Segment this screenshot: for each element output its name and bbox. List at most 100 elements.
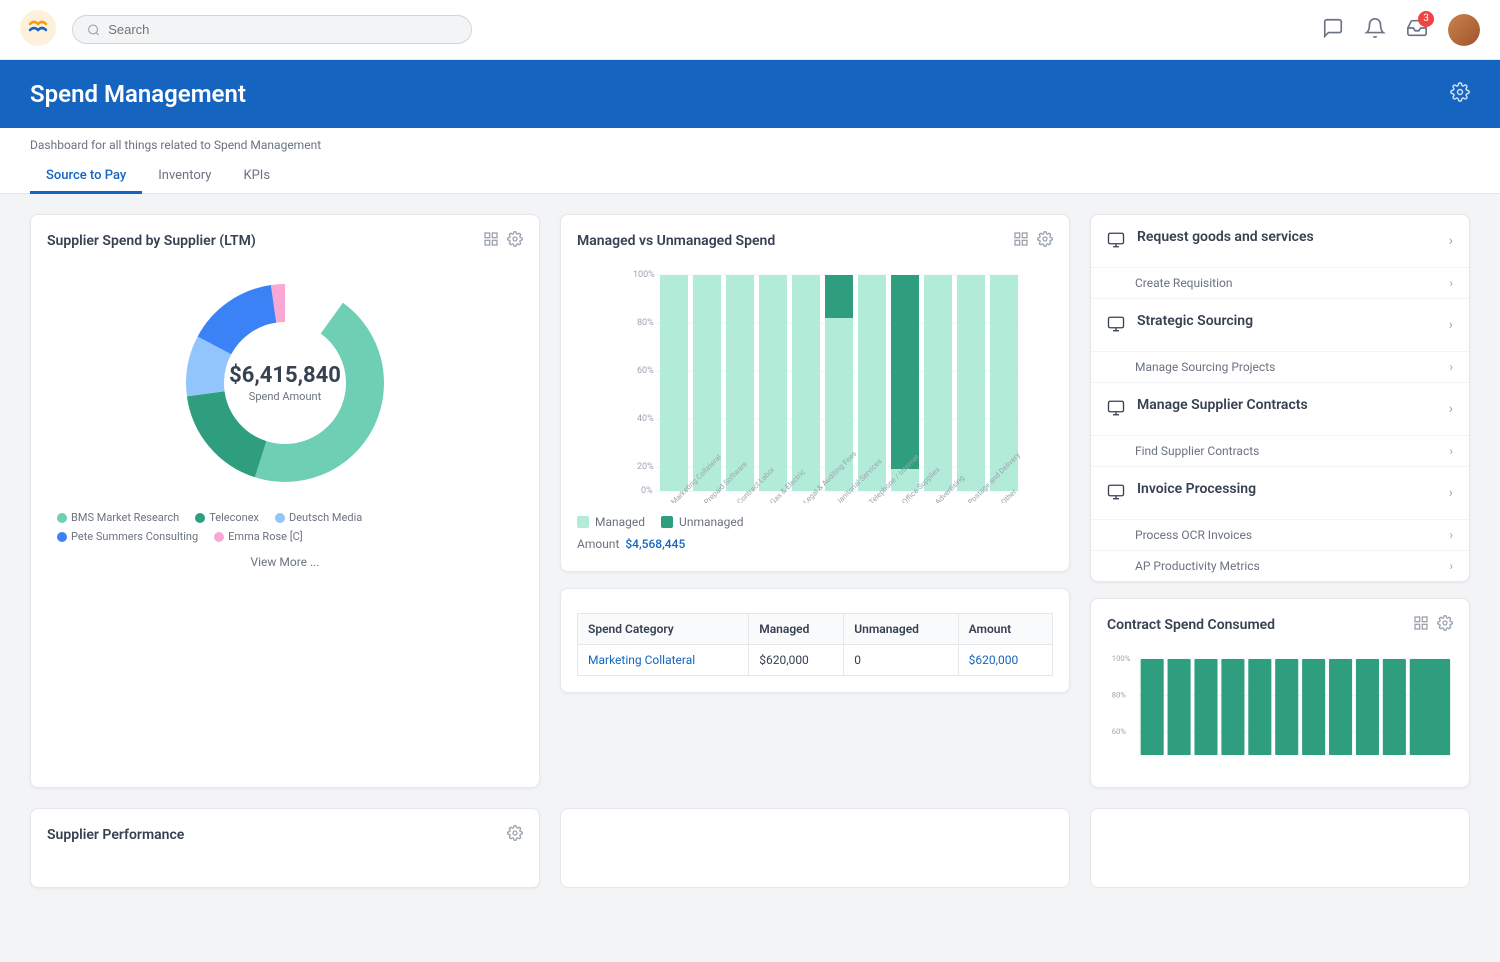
filter-icon-2[interactable] — [1013, 231, 1029, 251]
contract-spend-icons — [1413, 615, 1453, 635]
sub-label: Create Requisition — [1135, 276, 1449, 290]
managed-bar-chart: 100% 80% 60% 40% 20% 0% — [577, 263, 1053, 503]
top-nav: 3 — [0, 0, 1500, 60]
supplier-perf-card: Supplier Performance — [30, 808, 540, 888]
search-bar[interactable] — [72, 15, 472, 44]
col-category: Spend Category — [578, 614, 749, 645]
donut-center: $6,415,840 Spend Amount — [229, 363, 341, 403]
supplier-spend-title: Supplier Spend by Supplier (LTM) — [47, 233, 256, 249]
tab-source-to-pay[interactable]: Source to Pay — [30, 160, 142, 194]
action-invoice[interactable]: Invoice Processing › — [1091, 467, 1469, 520]
action-sub-ap[interactable]: AP Productivity Metrics › — [1091, 551, 1469, 581]
unmanaged-cell: 0 — [844, 645, 958, 676]
svg-text:80%: 80% — [1112, 690, 1127, 699]
sub-arrow-icon: › — [1449, 276, 1453, 290]
legend-item: Teleconex — [195, 511, 259, 524]
svg-text:60%: 60% — [637, 366, 654, 376]
action-strategic-sourcing[interactable]: Strategic Sourcing › — [1091, 299, 1469, 352]
table-row: Marketing Collateral $620,000 0 $620,000 — [578, 645, 1053, 676]
contract-spend-card: Contract Spend Consumed — [1090, 598, 1470, 788]
managed-cell: $620,000 — [749, 645, 844, 676]
supplier-legend: BMS Market Research Teleconex Deutsch Me… — [47, 511, 523, 543]
amount-row: Amount $4,568,445 — [577, 537, 1053, 551]
chevron-right-icon-2: › — [1449, 317, 1453, 333]
spend-table-card: Spend Category Managed Unmanaged Amount … — [560, 588, 1070, 693]
sub-label-5: AP Productivity Metrics — [1135, 559, 1449, 573]
monitor-icon-3 — [1107, 399, 1125, 421]
sub-arrow-icon-2: › — [1449, 360, 1453, 374]
workday-logo — [20, 10, 56, 50]
legend-item: Emma Rose [C] — [214, 530, 302, 543]
filter-icon[interactable] — [483, 231, 499, 251]
gear-icon[interactable] — [507, 231, 523, 251]
action-content-4: Invoice Processing — [1137, 481, 1437, 499]
amount-link[interactable]: $620,000 — [969, 653, 1019, 667]
gear-icon-3[interactable] — [1437, 615, 1453, 635]
action-title-4: Invoice Processing — [1137, 481, 1437, 497]
bar-chart-area: 100% 80% 60% 40% 20% 0% — [577, 263, 1053, 507]
inbox-icon[interactable]: 3 — [1406, 17, 1428, 43]
managed-legend: Managed Unmanaged — [577, 515, 1053, 529]
monitor-icon — [1107, 231, 1125, 253]
action-sub-sourcing[interactable]: Manage Sourcing Projects › — [1091, 352, 1469, 383]
col-unmanaged: Unmanaged — [844, 614, 958, 645]
action-sub-ocr[interactable]: Process OCR Invoices › — [1091, 520, 1469, 551]
view-more-button[interactable]: View More ... — [250, 555, 319, 569]
action-title-2: Strategic Sourcing — [1137, 313, 1437, 329]
action-content-2: Strategic Sourcing — [1137, 313, 1437, 331]
supplier-spend-icons — [483, 231, 523, 251]
gear-icon-4[interactable] — [507, 825, 523, 845]
managed-spend-card: Managed vs Unmanaged Spend — [560, 214, 1070, 572]
svg-text:60%: 60% — [1112, 727, 1127, 736]
donut-label: Spend Amount — [229, 390, 341, 403]
sub-arrow-icon-5: › — [1449, 559, 1453, 573]
gear-icon-2[interactable] — [1037, 231, 1053, 251]
managed-spend-title: Managed vs Unmanaged Spend — [577, 233, 775, 249]
donut-amount: $6,415,840 — [229, 363, 341, 388]
action-sub-contracts[interactable]: Find Supplier Contracts › — [1091, 436, 1469, 467]
filter-icon-3[interactable] — [1413, 615, 1429, 635]
legend-unmanaged: Unmanaged — [661, 515, 743, 529]
nav-icons: 3 — [1322, 14, 1480, 46]
contract-bar-chart: 100% 80% 60% — [1107, 647, 1453, 767]
header-gear-icon[interactable] — [1450, 82, 1470, 107]
action-title-3: Manage Supplier Contracts — [1137, 397, 1437, 413]
spend-table: Spend Category Managed Unmanaged Amount … — [577, 613, 1053, 676]
chat-icon[interactable] — [1322, 17, 1344, 43]
supplier-spend-card: Supplier Spend by Supplier (LTM) — [30, 214, 540, 788]
sub-label-2: Manage Sourcing Projects — [1135, 360, 1449, 374]
monitor-icon-2 — [1107, 315, 1125, 337]
search-icon — [87, 23, 100, 37]
tab-inventory[interactable]: Inventory — [142, 160, 227, 194]
tab-kpis[interactable]: KPIs — [227, 160, 286, 194]
search-input[interactable] — [108, 22, 457, 37]
col-amount: Amount — [958, 614, 1052, 645]
bell-icon[interactable] — [1364, 17, 1386, 43]
svg-text:40%: 40% — [637, 414, 654, 424]
chevron-right-icon-3: › — [1449, 401, 1453, 417]
legend-item: Deutsch Media — [275, 511, 362, 524]
page-subtitle: Dashboard for all things related to Spen… — [30, 138, 1470, 152]
sub-arrow-icon-4: › — [1449, 528, 1453, 542]
supplier-perf-title: Supplier Performance — [47, 827, 184, 843]
chevron-right-icon-4: › — [1449, 485, 1453, 501]
managed-spend-icons — [1013, 231, 1053, 251]
amount-value: $4,568,445 — [625, 537, 685, 551]
sub-header: Dashboard for all things related to Spen… — [0, 128, 1500, 194]
sub-arrow-icon-3: › — [1449, 444, 1453, 458]
contract-spend-title: Contract Spend Consumed — [1107, 617, 1275, 633]
donut-chart-container: $6,415,840 Spend Amount BMS Market Resea… — [47, 263, 523, 569]
action-sub-create-req[interactable]: Create Requisition › — [1091, 268, 1469, 299]
svg-text:100%: 100% — [633, 270, 655, 280]
category-link[interactable]: Marketing Collateral — [588, 653, 695, 667]
bottom-row: Supplier Performance — [0, 808, 1500, 908]
action-content-3: Manage Supplier Contracts — [1137, 397, 1437, 415]
right-panel: Request goods and services › Create Requ… — [1090, 214, 1470, 788]
empty-card-2 — [560, 808, 1070, 888]
action-request-goods[interactable]: Request goods and services › — [1091, 215, 1469, 268]
legend-item: Pete Summers Consulting — [57, 530, 198, 543]
avatar[interactable] — [1448, 14, 1480, 46]
donut-chart: $6,415,840 Spend Amount — [175, 273, 395, 493]
action-contracts[interactable]: Manage Supplier Contracts › — [1091, 383, 1469, 436]
page-title: Spend Management — [30, 80, 246, 108]
